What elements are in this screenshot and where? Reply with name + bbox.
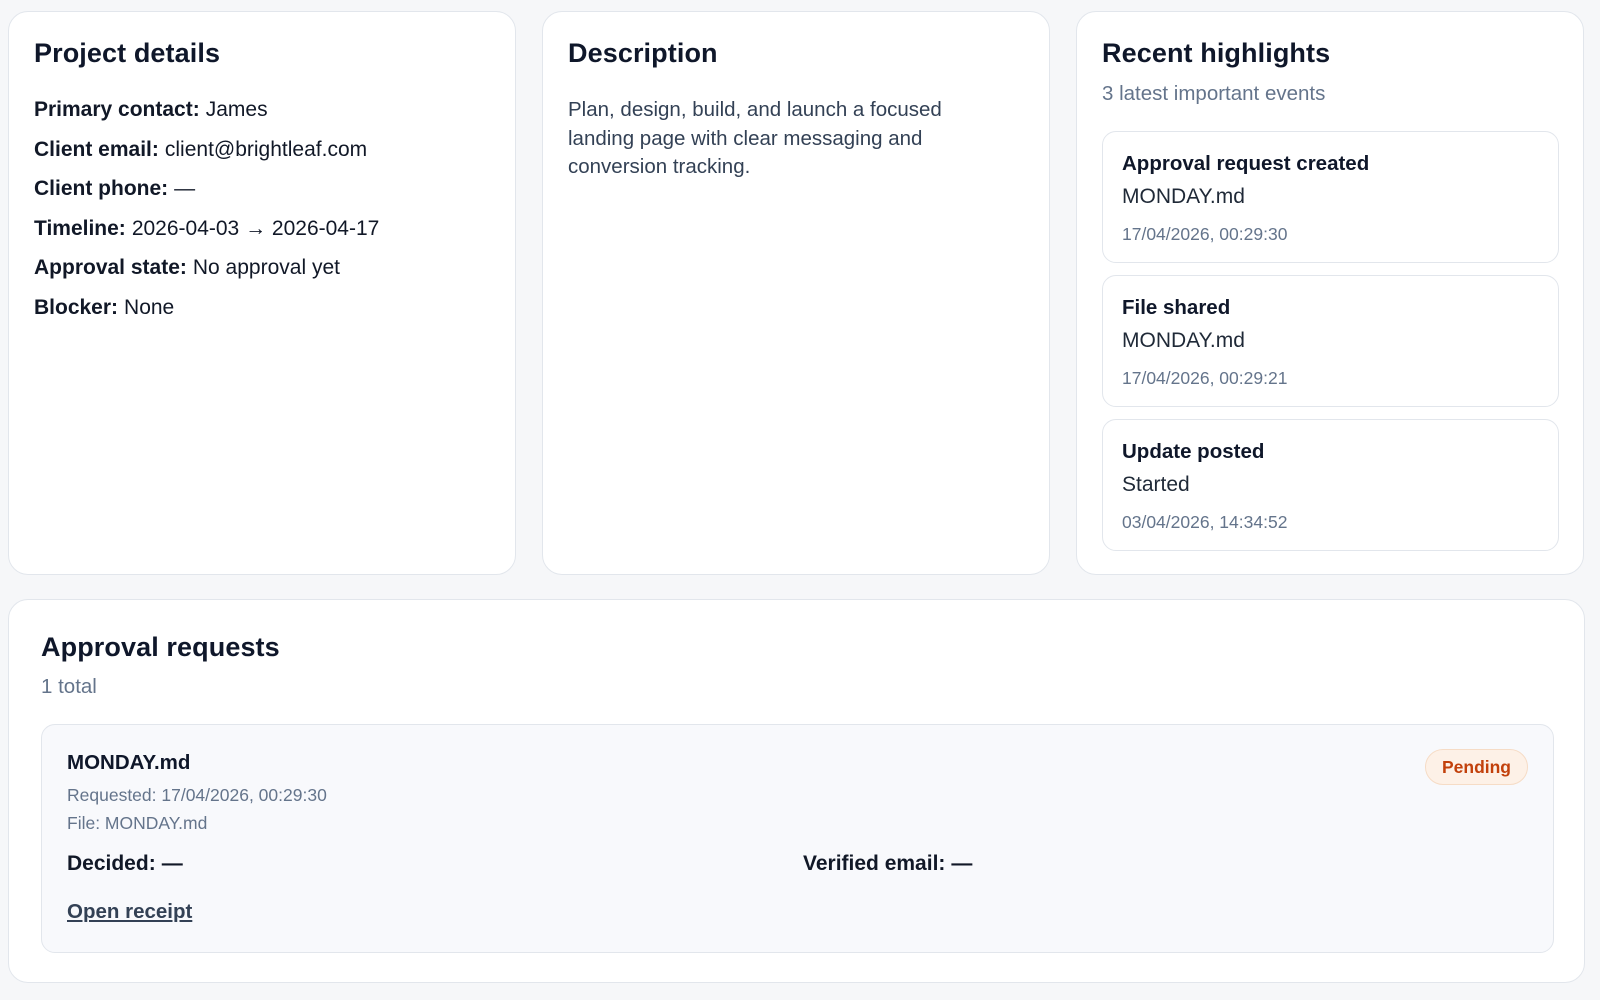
event-timestamp: 03/04/2026, 14:34:52: [1122, 512, 1288, 532]
request-decided: Decided: —: [67, 852, 183, 876]
detail-value: James: [205, 98, 268, 121]
event-title: File shared: [1122, 296, 1231, 319]
description-title: Description: [568, 38, 718, 68]
approval-requests-card: Approval requests 1 total MONDAY.md Requ…: [8, 599, 1585, 983]
event-title: Update posted: [1122, 440, 1265, 463]
decided-label: Decided:: [67, 852, 156, 875]
detail-label: Client phone:: [34, 177, 169, 201]
detail-value: No approval yet: [192, 256, 340, 280]
approval-requests-title: Approval requests: [41, 632, 280, 662]
detail-value: 2026-04-03 → 2026-04-17: [131, 216, 380, 240]
event-detail: MONDAY.md: [1122, 185, 1245, 208]
approval-requests-count: 1 total: [41, 675, 97, 698]
request-file: File: MONDAY.md: [67, 813, 208, 833]
highlight-event: Update posted Started 03/04/2026, 14:34:…: [1102, 419, 1559, 551]
detail-label: Client email:: [34, 137, 159, 161]
verified-email-value: —: [951, 852, 973, 875]
description-card: Description Plan, design, build, and lau…: [542, 11, 1050, 575]
detail-value: —: [174, 177, 196, 201]
detail-value: None: [124, 295, 175, 319]
event-timestamp: 17/04/2026, 00:29:21: [1122, 368, 1288, 388]
description-text: Plan, design, build, and launch a focuse…: [568, 98, 942, 178]
detail-label: Timeline:: [34, 216, 126, 240]
request-verified-email: Verified email: —: [803, 852, 972, 876]
request-file-name: MONDAY.md: [67, 751, 191, 774]
event-detail: MONDAY.md: [1122, 329, 1245, 352]
project-details-list: Primary contact: James Client email: clien…: [34, 98, 379, 336]
event-title: Approval request created: [1122, 152, 1370, 175]
status-badge: Pending: [1424, 749, 1528, 785]
recent-highlights-card: Recent highlights 3 latest important eve…: [1076, 11, 1584, 575]
detail-row-client-phone: Client phone: —: [34, 177, 379, 217]
highlight-event: File shared MONDAY.md 17/04/2026, 00:29:…: [1102, 275, 1559, 407]
detail-row-primary-contact: Primary contact: James: [34, 98, 379, 138]
project-details-card: Project details Primary contact: James Cl…: [8, 11, 516, 575]
project-details-title: Project details: [34, 38, 221, 68]
event-detail: Started: [1122, 473, 1190, 496]
detail-label: Blocker:: [34, 295, 119, 319]
open-receipt-link[interactable]: Open receipt: [67, 900, 192, 924]
decided-value: —: [161, 852, 183, 875]
request-requested-date: Requested: 17/04/2026, 00:29:30: [67, 785, 327, 805]
verified-email-label: Verified email:: [803, 852, 946, 875]
highlights-subtitle: 3 latest important events: [1102, 82, 1326, 105]
detail-label: Approval state:: [34, 256, 187, 280]
detail-row-client-email: Client email: client@brightleaf.com: [34, 138, 379, 178]
detail-row-timeline: Timeline: 2026-04-03 → 2026-04-17: [34, 217, 379, 257]
detail-row-blocker: Blocker: None: [34, 296, 379, 336]
approval-request-item: MONDAY.md Requested: 17/04/2026, 00:29:3…: [41, 724, 1554, 953]
event-timestamp: 17/04/2026, 00:29:30: [1122, 224, 1288, 244]
detail-label: Primary contact:: [34, 98, 200, 121]
highlights-title: Recent highlights: [1102, 38, 1331, 68]
detail-row-approval-state: Approval state: No approval yet: [34, 256, 379, 296]
detail-value: client@brightleaf.com: [164, 137, 368, 161]
highlight-event: Approval request created MONDAY.md 17/04…: [1102, 131, 1559, 263]
